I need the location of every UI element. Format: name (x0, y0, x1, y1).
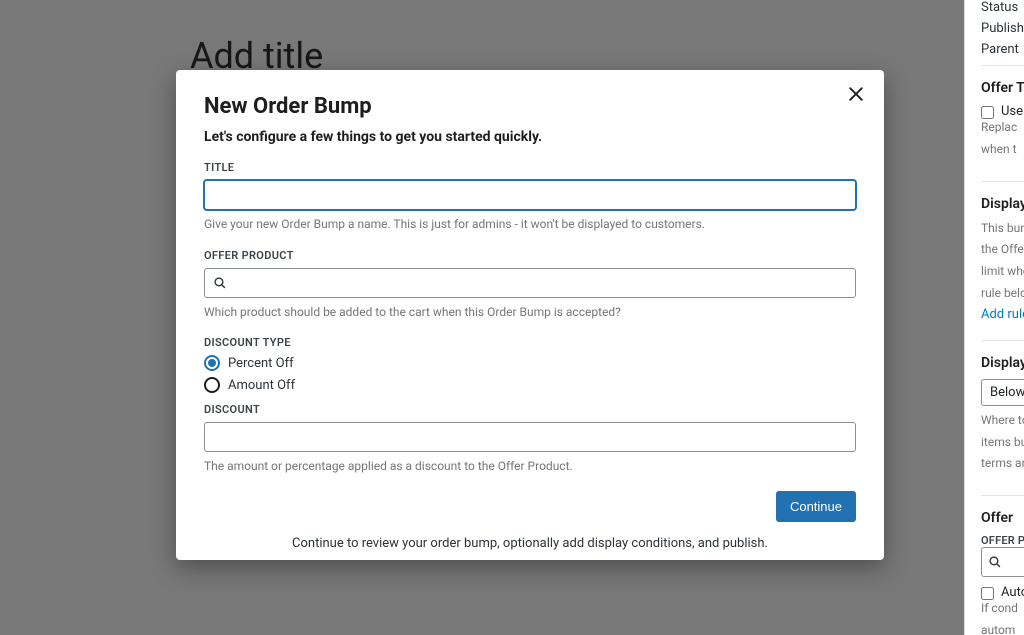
add-rule-link[interactable]: Add rule (981, 307, 1024, 322)
display-conditions-title: Display C (981, 196, 1024, 212)
discount-type-percent-radio[interactable]: Percent Off (204, 355, 856, 371)
title-helper-text: Give your new Order Bump a name. This is… (204, 217, 856, 233)
offer-product-helper-text: Which product should be added to the car… (204, 305, 856, 321)
discount-helper-text: The amount or percentage applied as a di… (204, 459, 856, 475)
display-location-title: Display Lo (981, 355, 1024, 371)
checkbox-input[interactable] (981, 106, 994, 119)
offer-type-panel: Offer Type Use O Replac when t (981, 65, 1024, 173)
radio-icon (204, 355, 220, 371)
close-button[interactable] (846, 84, 870, 108)
discount-input[interactable] (204, 422, 856, 452)
display-location-select[interactable]: Below Ca (981, 379, 1024, 406)
offer-product-sidebar-search[interactable] (981, 547, 1024, 577)
discount-type-label: DISCOUNT TYPE (204, 336, 856, 349)
title-field-label: TITLE (204, 161, 856, 174)
sidebar-parent-label[interactable]: Parent (981, 42, 1024, 57)
continue-button[interactable]: Continue (776, 491, 856, 522)
settings-sidebar: Status Publish Parent Offer Type Use O R… (964, 0, 1024, 635)
new-order-bump-modal: New Order Bump Let's configure a few thi… (176, 70, 884, 560)
discount-label: DISCOUNT (204, 403, 856, 416)
close-icon (846, 84, 866, 104)
auto-checkbox[interactable]: Auto A (981, 585, 1024, 600)
radio-icon (204, 377, 220, 393)
radio-label: Amount Off (228, 378, 295, 393)
offer-pro-sublabel: OFFER PRO (981, 534, 1024, 547)
offer-product-text[interactable] (233, 275, 847, 290)
offer-type-title: Offer Type (981, 80, 1024, 96)
sidebar-status-label: Status (981, 0, 1024, 15)
offer-type-use-checkbox[interactable]: Use O (981, 104, 1024, 119)
title-input[interactable] (204, 180, 856, 210)
discount-type-amount-radio[interactable]: Amount Off (204, 377, 856, 393)
search-icon (213, 276, 227, 290)
display-location-panel: Display Lo Below Ca Where to c items bun… (981, 340, 1024, 487)
sidebar-publish-label[interactable]: Publish (981, 21, 1024, 36)
offer-title: Offer (981, 510, 1024, 526)
display-conditions-panel: Display C This bump the Offer I limit wh… (981, 181, 1024, 332)
offer-product-label: OFFER PRODUCT (204, 249, 856, 262)
checkbox-input[interactable] (981, 587, 994, 600)
offer-panel: Offer OFFER PRO Auto A If cond autom the… (981, 495, 1024, 635)
offer-product-input[interactable] (204, 268, 856, 298)
modal-subtitle: Let's configure a few things to get you … (204, 129, 856, 145)
search-icon (988, 555, 1002, 569)
modal-heading: New Order Bump (204, 94, 856, 119)
modal-footer-note: Continue to review your order bump, opti… (204, 536, 856, 551)
radio-label: Percent Off (228, 356, 294, 371)
